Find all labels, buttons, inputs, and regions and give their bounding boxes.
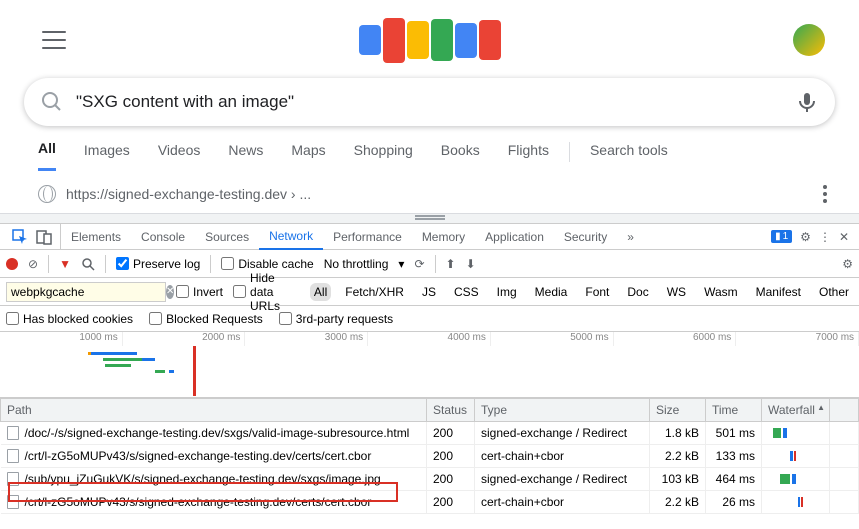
col-type: Type	[475, 399, 650, 422]
type-img[interactable]: Img	[493, 283, 521, 301]
menu-icon[interactable]	[42, 31, 66, 49]
devtools-drag-handle[interactable]	[0, 213, 859, 223]
type-css[interactable]: CSS	[450, 283, 483, 301]
filter-icon[interactable]: ▼	[59, 257, 71, 271]
type-js[interactable]: JS	[418, 283, 440, 301]
type-doc[interactable]: Doc	[623, 283, 652, 301]
search-result[interactable]: https://signed-exchange-testing.dev › ..…	[24, 175, 835, 213]
filter-input[interactable]	[11, 285, 166, 299]
search-icon	[40, 90, 64, 114]
search-icon[interactable]	[81, 257, 95, 271]
type-font[interactable]: Font	[581, 283, 613, 301]
type-manifest[interactable]: Manifest	[752, 283, 805, 301]
dt-tab-memory[interactable]: Memory	[412, 224, 475, 249]
result-url: https://signed-exchange-testing.dev › ..…	[66, 186, 311, 202]
table-row[interactable]: /doc/-/s/signed-exchange-testing.dev/sxg…	[1, 422, 859, 445]
table-header[interactable]: Path Status Type Size Time Waterfall▲	[1, 399, 859, 422]
throttling-select[interactable]: No throttling ▾	[324, 257, 405, 271]
avatar[interactable]	[793, 24, 825, 56]
type-all[interactable]: All	[310, 283, 331, 301]
dt-tab-application[interactable]: Application	[475, 224, 554, 249]
tab-flights[interactable]: Flights	[508, 142, 549, 170]
dt-tab-console[interactable]: Console	[131, 224, 195, 249]
clear-icon[interactable]: ⊘	[28, 257, 38, 271]
kebab-icon[interactable]	[823, 185, 827, 203]
doc-icon	[7, 449, 19, 463]
dt-tab-sources[interactable]: Sources	[195, 224, 259, 249]
download-icon[interactable]: ⬇	[466, 257, 476, 271]
dt-tab-security[interactable]: Security	[554, 224, 617, 249]
search-tabs: All Images Videos News Maps Shopping Boo…	[24, 140, 835, 171]
dt-tab-performance[interactable]: Performance	[323, 224, 412, 249]
network-table: Path Status Type Size Time Waterfall▲ /d…	[0, 398, 859, 514]
network-toolbar: ⊘ ▼ Preserve log Disable cache No thrott…	[0, 250, 859, 278]
preserve-log[interactable]: Preserve log	[116, 257, 200, 271]
tab-maps[interactable]: Maps	[291, 142, 325, 170]
search-tools[interactable]: Search tools	[590, 142, 668, 170]
google-doodle[interactable]	[359, 10, 501, 70]
table-row[interactable]: /crt/l-zG5oMUPv43/s/signed-exchange-test…	[1, 445, 859, 468]
tab-books[interactable]: Books	[441, 142, 480, 170]
type-fetch[interactable]: Fetch/XHR	[341, 283, 408, 301]
network-filter-bar: ✕ Invert Hide data URLs All Fetch/XHR JS…	[0, 278, 859, 306]
close-icon[interactable]: ✕	[839, 230, 849, 244]
col-size: Size	[650, 399, 706, 422]
clear-filter-icon[interactable]: ✕	[166, 285, 174, 299]
tab-images[interactable]: Images	[84, 142, 130, 170]
timeline[interactable]: 1000 ms 2000 ms 3000 ms 4000 ms 5000 ms …	[0, 332, 859, 398]
invert-cb[interactable]: Invert	[176, 285, 223, 299]
third-party-cb[interactable]: 3rd-party requests	[279, 312, 393, 326]
doc-icon	[7, 426, 19, 440]
type-media[interactable]: Media	[531, 283, 572, 301]
tab-news[interactable]: News	[228, 142, 263, 170]
network-conditions-icon[interactable]: ⟳	[414, 257, 424, 271]
mic-icon[interactable]	[795, 90, 819, 114]
gear-icon[interactable]: ⚙	[842, 257, 853, 271]
issues-badge[interactable]: ▮ 1	[771, 230, 792, 243]
gear-icon[interactable]: ⚙	[800, 230, 811, 244]
tab-all[interactable]: All	[38, 140, 56, 171]
tab-shopping[interactable]: Shopping	[354, 142, 413, 170]
devtools-tabs: Elements Console Sources Network Perform…	[0, 224, 859, 250]
col-status: Status	[427, 399, 475, 422]
search-box[interactable]	[24, 78, 835, 126]
hide-urls-cb[interactable]: Hide data URLs	[233, 271, 300, 313]
col-path: Path	[1, 399, 427, 422]
table-row[interactable]: /crt/l-zG5oMUPv43/s/signed-exchange-test…	[1, 491, 859, 514]
inspect-icon[interactable]	[12, 229, 28, 245]
record-icon[interactable]	[6, 258, 18, 270]
type-wasm[interactable]: Wasm	[700, 283, 742, 301]
tab-videos[interactable]: Videos	[158, 142, 201, 170]
device-icon[interactable]	[36, 229, 52, 245]
dt-tab-more[interactable]: »	[617, 224, 644, 249]
col-waterfall: Waterfall▲	[762, 399, 830, 422]
blocked-cookies-cb[interactable]: Has blocked cookies	[6, 312, 133, 326]
blocked-requests-cb[interactable]: Blocked Requests	[149, 312, 263, 326]
table-row[interactable]: /sub/ypu_jZuGukVK/s/signed-exchange-test…	[1, 468, 859, 491]
disable-cache[interactable]: Disable cache	[221, 257, 313, 271]
dt-tab-network[interactable]: Network	[259, 225, 323, 250]
doc-icon	[7, 472, 19, 486]
dt-tab-elements[interactable]: Elements	[61, 224, 131, 249]
type-other[interactable]: Other	[815, 283, 853, 301]
col-time: Time	[706, 399, 762, 422]
type-ws[interactable]: WS	[663, 283, 690, 301]
upload-icon[interactable]: ⬆	[446, 257, 456, 271]
search-input[interactable]	[76, 92, 783, 112]
kebab-icon[interactable]: ⋮	[819, 230, 831, 244]
globe-icon	[38, 185, 56, 203]
doc-icon	[7, 495, 19, 509]
